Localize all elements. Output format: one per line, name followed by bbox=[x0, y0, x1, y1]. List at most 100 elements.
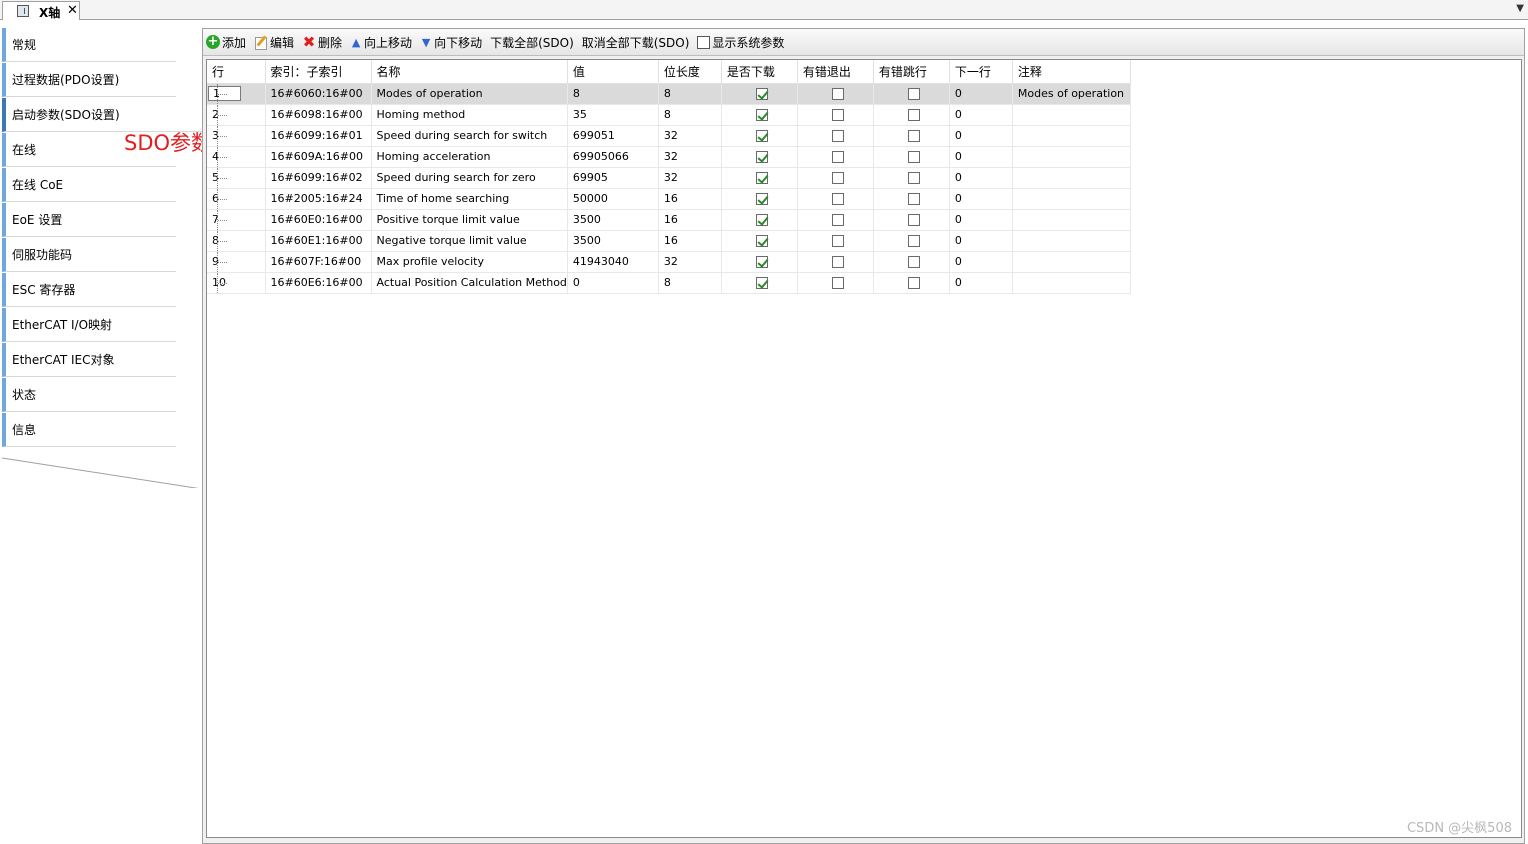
cell-comment[interactable] bbox=[1012, 146, 1131, 168]
tab-x-axis[interactable]: X轴 ✕ bbox=[2, 1, 80, 20]
jump-on-error-checkbox[interactable] bbox=[907, 235, 920, 247]
column-header[interactable]: 索引：子索引 bbox=[265, 60, 372, 84]
sidebar-item[interactable]: 伺服功能码 bbox=[2, 238, 176, 272]
jump-on-error-checkbox[interactable] bbox=[907, 214, 920, 226]
cell-index[interactable]: 16#6060:16#00 bbox=[265, 83, 372, 105]
cell-value[interactable]: 50000 bbox=[567, 188, 659, 210]
cell-index[interactable]: 16#6098:16#00 bbox=[265, 104, 372, 126]
abort-on-error-checkbox[interactable] bbox=[831, 256, 844, 268]
cell-comment[interactable] bbox=[1012, 125, 1131, 147]
abort-on-error-checkbox[interactable] bbox=[831, 214, 844, 226]
jump-on-error-checkbox[interactable] bbox=[907, 277, 920, 289]
jump-on-error-checkbox[interactable] bbox=[907, 130, 920, 142]
table-row[interactable]: 7 16#60E0:16#00 Positive torque limit valu… bbox=[207, 209, 1131, 231]
move-up-button[interactable]: ▲ 向上移动 bbox=[350, 32, 412, 52]
cell-bitlen[interactable]: 16 bbox=[658, 230, 722, 252]
table-row[interactable]: 2 16#6098:16#00 Homing method 35 8 0 bbox=[207, 104, 1131, 126]
abort-on-error-checkbox[interactable] bbox=[831, 109, 844, 121]
column-header[interactable]: 下一行 bbox=[949, 60, 1013, 84]
move-down-button[interactable]: ▼ 向下移动 bbox=[420, 32, 482, 52]
row-number-cell[interactable]: 4 bbox=[207, 146, 266, 168]
column-header[interactable]: 注释 bbox=[1012, 60, 1131, 84]
download-checkbox[interactable] bbox=[755, 130, 768, 142]
download-checkbox[interactable] bbox=[755, 151, 768, 163]
cell-name[interactable]: Speed during search for switch bbox=[371, 125, 568, 147]
jump-on-error-checkbox[interactable] bbox=[907, 256, 920, 268]
cell-next-line[interactable]: 0 bbox=[949, 83, 1013, 105]
cell-next-line[interactable]: 0 bbox=[949, 251, 1013, 273]
table-row[interactable]: 10 16#60E6:16#00 Actual Position Calculati… bbox=[207, 272, 1131, 294]
column-header[interactable]: 名称 bbox=[371, 60, 568, 84]
sidebar-item[interactable]: 过程数据(PDO设置) bbox=[2, 63, 176, 97]
cell-index[interactable]: 16#60E6:16#00 bbox=[265, 272, 372, 294]
download-checkbox[interactable] bbox=[755, 172, 768, 184]
download-checkbox[interactable] bbox=[755, 88, 768, 100]
row-number-cell[interactable]: 7 bbox=[207, 209, 266, 231]
sidebar-item[interactable]: 状态 bbox=[2, 378, 176, 412]
cell-bitlen[interactable]: 8 bbox=[658, 104, 722, 126]
sidebar-item[interactable]: 常规 bbox=[2, 28, 176, 62]
download-all-button[interactable]: 下载全部(SDO) bbox=[490, 32, 574, 52]
cell-index[interactable]: 16#609A:16#00 bbox=[265, 146, 372, 168]
table-row[interactable]: 6 16#2005:16#24 Time of home searching 5000… bbox=[207, 188, 1131, 210]
cell-bitlen[interactable]: 32 bbox=[658, 251, 722, 273]
cell-bitlen[interactable]: 32 bbox=[658, 146, 722, 168]
cell-comment[interactable] bbox=[1012, 251, 1131, 273]
cell-index[interactable]: 16#6099:16#01 bbox=[265, 125, 372, 147]
show-system-params-checkbox[interactable] bbox=[697, 35, 711, 49]
cancel-download-all-button[interactable]: 取消全部下载(SDO) bbox=[582, 32, 690, 52]
cell-next-line[interactable]: 0 bbox=[949, 125, 1013, 147]
download-checkbox[interactable] bbox=[755, 193, 768, 205]
table-row[interactable]: 4 16#609A:16#00 Homing acceleration 6990506… bbox=[207, 146, 1131, 168]
download-checkbox[interactable] bbox=[755, 256, 768, 268]
cell-comment[interactable] bbox=[1012, 230, 1131, 252]
chevron-down-icon[interactable]: ▼ bbox=[1516, 3, 1524, 14]
cell-value[interactable]: 8 bbox=[567, 83, 659, 105]
cell-value[interactable]: 0 bbox=[567, 272, 659, 294]
cell-comment[interactable]: Modes of operation bbox=[1012, 83, 1131, 105]
cell-name[interactable]: Homing method bbox=[371, 104, 568, 126]
cell-value[interactable]: 41943040 bbox=[567, 251, 659, 273]
cell-name[interactable]: Positive torque limit value bbox=[371, 209, 568, 231]
download-checkbox[interactable] bbox=[755, 109, 768, 121]
cell-value[interactable]: 69905066 bbox=[567, 146, 659, 168]
sidebar-item[interactable]: EtherCAT I/O映射 bbox=[2, 308, 176, 342]
cell-bitlen[interactable]: 8 bbox=[658, 83, 722, 105]
cell-name[interactable]: Max profile velocity bbox=[371, 251, 568, 273]
abort-on-error-checkbox[interactable] bbox=[831, 193, 844, 205]
add-button[interactable]: + 添加 bbox=[206, 32, 246, 52]
cell-bitlen[interactable]: 16 bbox=[658, 209, 722, 231]
cell-value[interactable]: 3500 bbox=[567, 230, 659, 252]
cell-value[interactable]: 35 bbox=[567, 104, 659, 126]
cell-value[interactable]: 699051 bbox=[567, 125, 659, 147]
cell-next-line[interactable]: 0 bbox=[949, 104, 1013, 126]
download-checkbox[interactable] bbox=[755, 235, 768, 247]
column-header[interactable]: 位长度 bbox=[658, 60, 722, 84]
row-number-cell[interactable]: 1 bbox=[207, 83, 266, 105]
cell-next-line[interactable]: 0 bbox=[949, 188, 1013, 210]
abort-on-error-checkbox[interactable] bbox=[831, 88, 844, 100]
abort-on-error-checkbox[interactable] bbox=[831, 235, 844, 247]
cell-value[interactable]: 69905 bbox=[567, 167, 659, 189]
edit-button[interactable]: 编辑 bbox=[254, 32, 294, 52]
cell-comment[interactable] bbox=[1012, 272, 1131, 294]
delete-button[interactable]: ✖ 删除 bbox=[302, 32, 342, 52]
cell-next-line[interactable]: 0 bbox=[949, 209, 1013, 231]
jump-on-error-checkbox[interactable] bbox=[907, 193, 920, 205]
sidebar-item[interactable]: ESC 寄存器 bbox=[2, 273, 176, 307]
abort-on-error-checkbox[interactable] bbox=[831, 130, 844, 142]
cell-bitlen[interactable]: 16 bbox=[658, 188, 722, 210]
jump-on-error-checkbox[interactable] bbox=[907, 172, 920, 184]
jump-on-error-checkbox[interactable] bbox=[907, 151, 920, 163]
table-row[interactable]: 5 16#6099:16#02 Speed during search for ze… bbox=[207, 167, 1131, 189]
row-number-cell[interactable]: 9 bbox=[207, 251, 266, 273]
close-icon[interactable]: ✕ bbox=[67, 3, 78, 18]
row-number-cell[interactable]: 10 bbox=[207, 272, 266, 294]
cell-comment[interactable] bbox=[1012, 104, 1131, 126]
cell-bitlen[interactable]: 32 bbox=[658, 125, 722, 147]
cell-index[interactable]: 16#60E0:16#00 bbox=[265, 209, 372, 231]
cell-comment[interactable] bbox=[1012, 209, 1131, 231]
column-header[interactable]: 值 bbox=[567, 60, 659, 84]
cell-name[interactable]: Actual Position Calculation Method bbox=[371, 272, 568, 294]
table-row[interactable]: 8 16#60E1:16#00 Negative torque limit valu… bbox=[207, 230, 1131, 252]
